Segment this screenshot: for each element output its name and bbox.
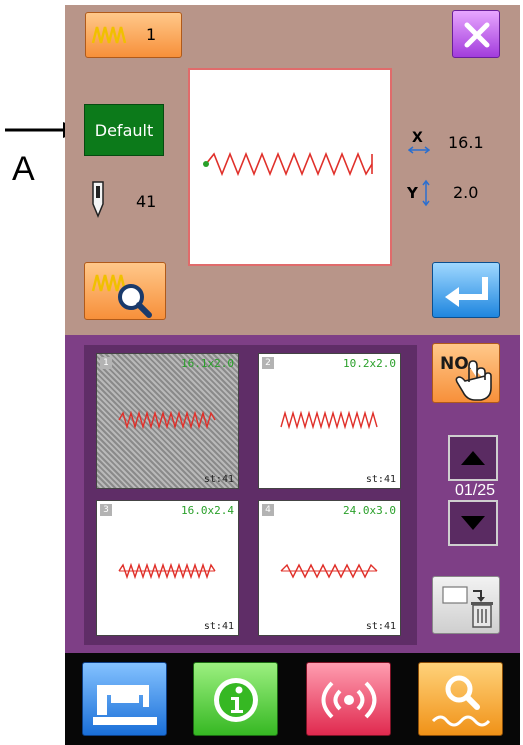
y-height-value: 2.0 (453, 183, 479, 202)
pattern-index: 4 (262, 504, 274, 516)
arrow-down-icon (461, 516, 485, 530)
needle-icon (92, 181, 104, 218)
pattern-card[interactable]: 3 16.0x2.4 st:41 (96, 500, 239, 636)
search-button[interactable] (418, 662, 503, 736)
pattern-dimensions: 24.0x3.0 (343, 504, 396, 517)
pattern-index: 2 (262, 357, 274, 369)
svg-text:X: X (412, 130, 423, 146)
default-button[interactable]: Default (84, 104, 164, 156)
pattern-stitches: st:41 (365, 474, 396, 485)
pattern-dimensions: 10.2x2.0 (343, 357, 396, 370)
y-height-icon: Y (406, 179, 430, 207)
hand-pointer-icon (455, 360, 492, 401)
stitch-preview-graphic (203, 151, 373, 177)
arrow-up-icon (461, 451, 485, 465)
pattern-dimensions: 16.0x2.4 (181, 504, 234, 517)
close-icon (464, 22, 490, 48)
pattern-preview (188, 68, 392, 266)
pattern-stitches: st:41 (203, 474, 234, 485)
stitch-count-value: 1 (146, 25, 157, 44)
zoom-pattern-icon (91, 274, 152, 318)
enter-button[interactable] (432, 262, 500, 318)
pattern-dimensions: 16.1x2.0 (181, 357, 234, 370)
pattern-index: 1 (100, 357, 112, 369)
pattern-stitch-graphic (118, 410, 216, 430)
communication-button[interactable] (306, 662, 391, 736)
page-indicator: 01/25 (454, 482, 496, 499)
stitch-count-button[interactable]: 1 (85, 12, 182, 58)
svg-text:Y: Y (406, 184, 419, 202)
info-icon (214, 678, 258, 722)
pattern-stitch-graphic (280, 410, 378, 430)
search-icon (431, 675, 491, 727)
pattern-stitch-graphic (280, 563, 378, 579)
pattern-number-button[interactable]: NO. (432, 343, 500, 403)
communication-icon (321, 681, 377, 719)
annotation-label: A (12, 150, 35, 188)
info-button[interactable] (193, 662, 278, 736)
pattern-index: 3 (100, 504, 112, 516)
enter-icon (445, 277, 488, 307)
page-up-button[interactable] (448, 435, 498, 481)
pattern-card[interactable]: 2 10.2x2.0 st:41 (258, 353, 401, 489)
pattern-card[interactable]: 1 16.1x2.0 st:41 (96, 353, 239, 489)
close-button[interactable] (452, 10, 500, 58)
page-down-button[interactable] (448, 500, 498, 546)
zigzag-stitch-icon (91, 26, 127, 44)
sewing-machine-icon (93, 685, 157, 725)
zoom-pattern-button[interactable] (84, 262, 166, 320)
delete-pattern-button[interactable] (432, 576, 500, 634)
pattern-stitches: st:41 (365, 621, 396, 632)
x-width-value: 16.1 (448, 133, 484, 152)
pattern-card[interactable]: 4 24.0x3.0 st:41 (258, 500, 401, 636)
sewing-mode-button[interactable] (82, 662, 167, 736)
pattern-stitches: st:41 (203, 621, 234, 632)
needle-value: 41 (136, 192, 157, 211)
x-width-icon: X (408, 130, 430, 154)
pattern-stitch-graphic (118, 562, 216, 580)
delete-pattern-icon (442, 586, 493, 628)
